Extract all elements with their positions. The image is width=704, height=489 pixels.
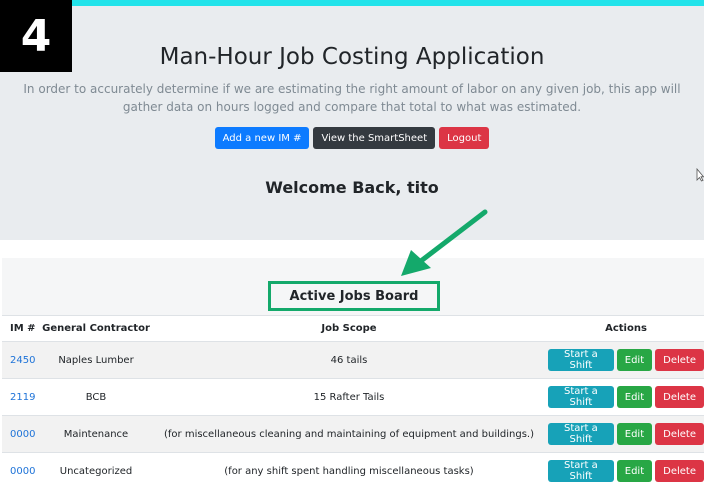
welcome-message: Welcome Back, tito	[265, 178, 439, 197]
add-im-button[interactable]: Add a new IM #	[214, 127, 310, 149]
im-link[interactable]: 0000	[10, 466, 35, 477]
table-header-row: IM # General Contractor Job Scope Action…	[2, 315, 704, 342]
start-shift-button[interactable]: Start a Shift	[548, 423, 614, 445]
page-title: Man-Hour Job Costing Application	[159, 44, 545, 70]
start-shift-button[interactable]: Start a Shift	[548, 349, 614, 371]
contractor-cell: Uncategorized	[42, 452, 150, 489]
scope-cell: (for any shift spent handling miscellane…	[150, 452, 548, 489]
scope-cell: 15 Rafter Tails	[150, 378, 548, 416]
edit-button[interactable]: Edit	[616, 460, 653, 483]
contractor-cell: BCB	[42, 378, 150, 416]
page-description: In order to accurately determine if we a…	[23, 82, 681, 114]
table-row: 0000 Uncategorized (for any shift spent …	[2, 452, 704, 489]
im-link[interactable]: 0000	[10, 429, 35, 440]
contractor-cell: Maintenance	[42, 415, 150, 453]
contractor-cell: Naples Lumber	[42, 341, 150, 379]
column-header-scope: Job Scope	[150, 315, 548, 342]
jobs-board-title: Active Jobs Board	[268, 281, 440, 311]
logout-button[interactable]: Logout	[439, 127, 490, 149]
start-shift-button[interactable]: Start a Shift	[548, 386, 614, 408]
edit-button[interactable]: Edit	[616, 349, 653, 371]
step-number-badge: 4	[0, 0, 72, 72]
edit-button[interactable]: Edit	[616, 423, 653, 445]
table-row: 0000 Maintenance (for miscellaneous clea…	[2, 415, 704, 453]
view-smartsheet-button[interactable]: View the SmartSheet	[313, 127, 436, 149]
header-section	[0, 6, 704, 240]
im-link[interactable]: 2119	[10, 392, 35, 403]
mouse-cursor-icon	[696, 168, 704, 182]
scope-cell: (for miscellaneous cleaning and maintain…	[150, 415, 548, 453]
im-link[interactable]: 2450	[10, 355, 35, 366]
annotation-arrow-icon	[401, 209, 488, 276]
start-shift-button[interactable]: Start a Shift	[548, 460, 614, 483]
jobs-table: IM # General Contractor Job Scope Action…	[2, 315, 704, 489]
table-row: 2119 BCB 15 Rafter Tails Start a Shift E…	[2, 378, 704, 416]
table-row: 2450 Naples Lumber 46 tails Start a Shif…	[2, 341, 704, 379]
edit-button[interactable]: Edit	[616, 386, 653, 408]
delete-button[interactable]: Delete	[655, 460, 704, 483]
scope-cell: 46 tails	[150, 341, 548, 379]
column-header-actions: Actions	[548, 315, 704, 342]
header-actions: Add a new IM # View the SmartSheet Logou…	[0, 127, 704, 149]
delete-button[interactable]: Delete	[655, 349, 704, 371]
delete-button[interactable]: Delete	[655, 386, 704, 408]
column-header-im: IM #	[2, 315, 42, 342]
column-header-contractor: General Contractor	[42, 315, 150, 342]
delete-button[interactable]: Delete	[655, 423, 704, 445]
